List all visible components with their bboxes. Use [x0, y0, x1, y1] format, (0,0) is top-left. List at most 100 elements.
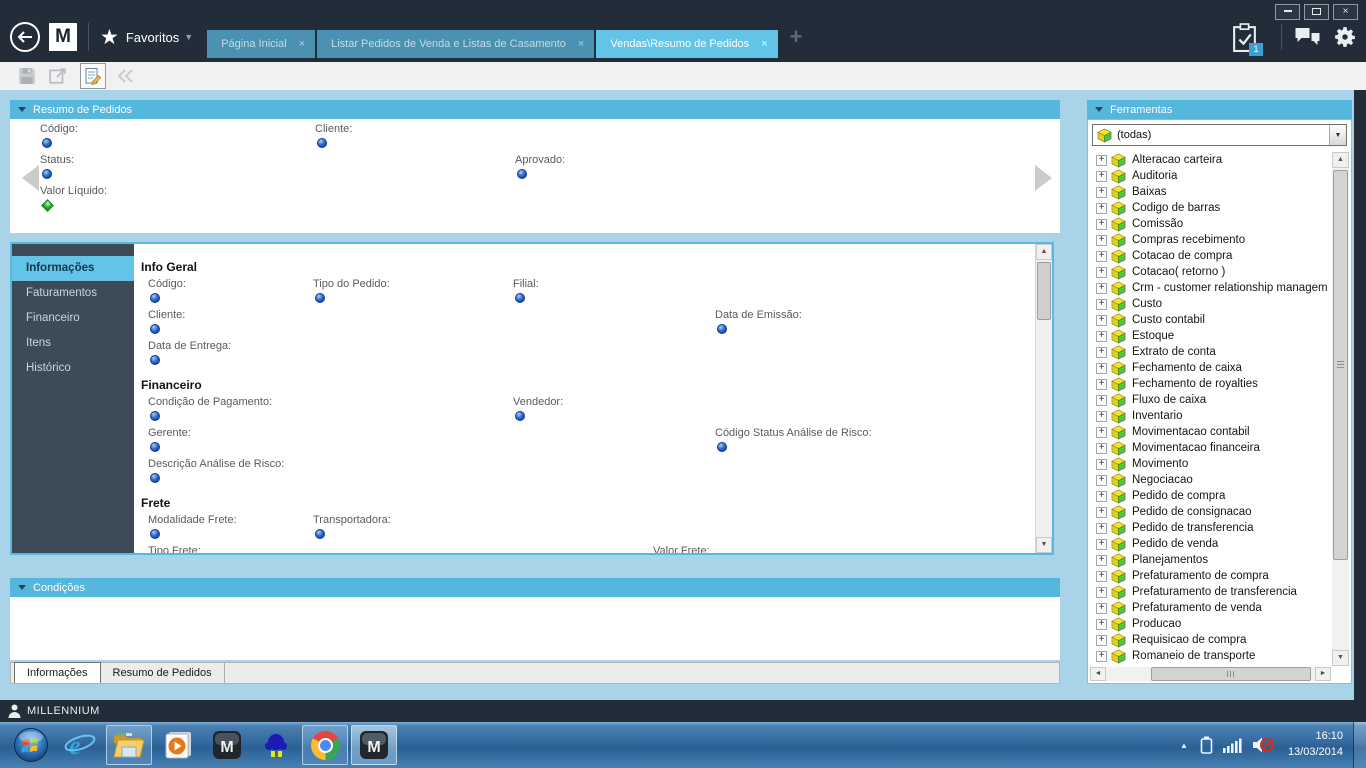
expand-plus-icon[interactable]: +: [1096, 539, 1107, 550]
scroll-left-icon[interactable]: ◄: [1090, 667, 1106, 681]
collapse-icon[interactable]: [18, 107, 26, 112]
browser-tab-2[interactable]: Listar Pedidos de Venda e Listas de Casa…: [317, 30, 594, 58]
tree-item[interactable]: +Crm - customer relationship managem: [1091, 280, 1331, 296]
resumo-panel-header[interactable]: Resumo de Pedidos: [10, 100, 1060, 119]
tree-item[interactable]: +: [1091, 664, 1331, 666]
expand-plus-icon[interactable]: +: [1096, 395, 1107, 406]
tree-item[interactable]: +Requisicao de compra: [1091, 632, 1331, 648]
expand-plus-icon[interactable]: +: [1096, 507, 1107, 518]
expand-plus-icon[interactable]: +: [1096, 459, 1107, 470]
scrollbar-thumb[interactable]: [1151, 667, 1311, 681]
tree-item[interactable]: +Extrato de conta: [1091, 344, 1331, 360]
tree-horizontal-scrollbar[interactable]: ◄ ►: [1090, 667, 1331, 681]
hidden-icons-arrow[interactable]: ▲: [1180, 741, 1188, 750]
tree-item[interactable]: +Fechamento de royalties: [1091, 376, 1331, 392]
expand-plus-icon[interactable]: +: [1096, 603, 1107, 614]
blue-sphere-handle-icon[interactable]: [315, 529, 325, 539]
tree-item[interactable]: +Romaneio de transporte: [1091, 648, 1331, 664]
form-scrollbar[interactable]: ▲ ▼: [1035, 244, 1052, 553]
nav-next-icon[interactable]: [1035, 165, 1052, 191]
side-tab-faturamentos[interactable]: Faturamentos: [12, 281, 134, 306]
green-diamond-handle-icon[interactable]: [41, 199, 54, 212]
tasks-clipboard-icon[interactable]: 1: [1232, 23, 1257, 52]
tree-item[interactable]: +Pedido de venda: [1091, 536, 1331, 552]
expand-plus-icon[interactable]: +: [1096, 299, 1107, 310]
messenger-icon[interactable]: [253, 725, 299, 765]
expand-plus-icon[interactable]: +: [1096, 411, 1107, 422]
side-tab-historico[interactable]: Histórico: [12, 356, 134, 381]
blue-sphere-handle-icon[interactable]: [717, 324, 727, 334]
close-tab-icon[interactable]: ×: [299, 38, 305, 50]
tree-item[interactable]: +Estoque: [1091, 328, 1331, 344]
save-icon[interactable]: [18, 67, 36, 85]
expand-plus-icon[interactable]: +: [1096, 635, 1107, 646]
tree-item[interactable]: +Fluxo de caixa: [1091, 392, 1331, 408]
blue-sphere-handle-icon[interactable]: [150, 355, 160, 365]
expand-plus-icon[interactable]: +: [1096, 443, 1107, 454]
explorer-folder-icon[interactable]: [106, 725, 152, 765]
scroll-up-icon[interactable]: ▲: [1036, 244, 1052, 260]
internet-explorer-icon[interactable]: e: [57, 725, 103, 765]
condicoes-panel-header[interactable]: Condições: [10, 578, 1060, 597]
caret-down-icon[interactable]: ▼: [184, 32, 193, 42]
scroll-down-icon[interactable]: ▼: [1332, 650, 1349, 666]
collapse-icon[interactable]: [18, 585, 26, 590]
export-icon[interactable]: [49, 67, 67, 85]
chrome-icon[interactable]: [302, 725, 348, 765]
expand-plus-icon[interactable]: +: [1096, 235, 1107, 246]
expand-plus-icon[interactable]: +: [1096, 251, 1107, 262]
tree-item[interactable]: +Auditoria: [1091, 168, 1331, 184]
tree-item[interactable]: +Pedido de consignacao: [1091, 504, 1331, 520]
nav-previous-icon[interactable]: [22, 165, 39, 191]
expand-plus-icon[interactable]: +: [1096, 619, 1107, 630]
expand-plus-icon[interactable]: +: [1096, 347, 1107, 358]
scrollbar-thumb[interactable]: [1333, 170, 1348, 560]
combobox-dropdown-icon[interactable]: ▼: [1329, 125, 1346, 145]
gear-icon[interactable]: [1333, 25, 1358, 50]
tree-item[interactable]: +Producao: [1091, 616, 1331, 632]
blue-sphere-handle-icon[interactable]: [717, 442, 727, 452]
expand-plus-icon[interactable]: +: [1096, 427, 1107, 438]
tree-item[interactable]: +Comissão: [1091, 216, 1331, 232]
bottom-tab-resumo-de-pedidos[interactable]: Resumo de Pedidos: [101, 663, 225, 683]
expand-plus-icon[interactable]: +: [1096, 379, 1107, 390]
ferramentas-panel-header[interactable]: Ferramentas: [1087, 100, 1352, 119]
close-tab-icon[interactable]: ×: [761, 38, 767, 50]
blue-sphere-handle-icon[interactable]: [150, 293, 160, 303]
blue-sphere-handle-icon[interactable]: [150, 473, 160, 483]
tree-item[interactable]: +Planejamentos: [1091, 552, 1331, 568]
expand-plus-icon[interactable]: +: [1096, 171, 1107, 182]
blue-sphere-handle-icon[interactable]: [150, 411, 160, 421]
close-tab-icon[interactable]: ×: [578, 38, 584, 50]
side-tab-informacoes[interactable]: Informações: [12, 256, 134, 281]
blue-sphere-handle-icon[interactable]: [517, 169, 527, 179]
scroll-right-icon[interactable]: ►: [1315, 667, 1331, 681]
expand-plus-icon[interactable]: +: [1096, 155, 1107, 166]
tree-item[interactable]: +Prefaturamento de venda: [1091, 600, 1331, 616]
tree-item[interactable]: +Movimentacao financeira: [1091, 440, 1331, 456]
expand-plus-icon[interactable]: +: [1096, 315, 1107, 326]
tree-item[interactable]: +Cotacao de compra: [1091, 248, 1331, 264]
tree-item[interactable]: +Compras recebimento: [1091, 232, 1331, 248]
blue-sphere-handle-icon[interactable]: [42, 138, 52, 148]
blue-sphere-handle-icon[interactable]: [515, 411, 525, 421]
tree-item[interactable]: +Movimento: [1091, 456, 1331, 472]
edit-note-icon[interactable]: [80, 63, 106, 89]
scroll-down-icon[interactable]: ▼: [1036, 537, 1052, 553]
blue-sphere-handle-icon[interactable]: [150, 442, 160, 452]
browser-tab-1[interactable]: Página Inicial×: [207, 30, 315, 58]
blue-sphere-handle-icon[interactable]: [317, 138, 327, 148]
tree-item[interactable]: +Prefaturamento de compra: [1091, 568, 1331, 584]
start-icon[interactable]: [8, 725, 54, 765]
expand-plus-icon[interactable]: +: [1096, 363, 1107, 374]
scroll-up-icon[interactable]: ▲: [1332, 152, 1349, 168]
tree-vertical-scrollbar[interactable]: ▲ ▼: [1332, 152, 1349, 666]
millennium-logo[interactable]: M: [49, 23, 77, 51]
battery-icon[interactable]: [1200, 736, 1213, 754]
volume-muted-icon[interactable]: [1252, 736, 1274, 754]
blue-sphere-handle-icon[interactable]: [150, 324, 160, 334]
tree-item[interactable]: +Negociacao: [1091, 472, 1331, 488]
chat-icon[interactable]: [1294, 26, 1321, 48]
tree-item[interactable]: +Inventario: [1091, 408, 1331, 424]
new-tab-button[interactable]: +: [790, 23, 803, 51]
